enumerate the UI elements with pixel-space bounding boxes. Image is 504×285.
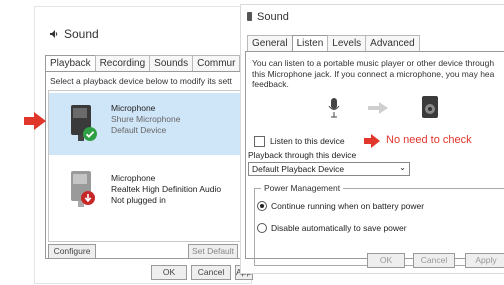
device-list[interactable]: Microphone Shure Microphone Default Devi… [48,90,252,242]
cancel-button[interactable]: Cancel [191,265,231,280]
annotation-arrow-icon [364,134,380,150]
playback-device-value: Default Playback Device [252,164,345,174]
configure-button[interactable]: Configure [48,244,96,259]
window-title: Sound [247,11,289,23]
radio-continue-running[interactable] [257,201,267,211]
annotation-text: No need to check [386,134,472,146]
device-2-name: Microphone [111,173,156,183]
listen-checkbox[interactable] [254,136,265,147]
list-item-device-2[interactable]: Microphone Realtek High Definition Audio… [49,163,249,225]
listen-description: You can listen to a portable music playe… [252,58,495,89]
device-2-status: Not plugged in [111,195,166,205]
tab-strip: General Listen Levels Advanced [247,35,420,51]
radio-continue-running-label: Continue running when on battery power [271,201,425,211]
chevron-down-icon: ⌄ [399,163,406,172]
ok-button[interactable]: OK [151,265,187,280]
tab-playback[interactable]: Playback [45,55,96,71]
device-1-name: Microphone [111,103,156,113]
tab-strip: Playback Recording Sounds Commur [45,55,241,71]
tab-listen[interactable]: Listen [291,35,329,51]
device-1-status: Default Device [111,125,167,135]
playback-device-select[interactable]: Default Playback Device ⌄ [248,162,410,176]
window-title: Sound [49,27,99,41]
microphone-properties-window: Sound General Listen Levels Advanced You… [240,4,504,274]
unplugged-arrow-icon [81,191,95,207]
tab-general[interactable]: General [247,35,293,51]
tab-advanced[interactable]: Advanced [365,35,420,51]
pointer-arrow-icon [24,112,46,132]
radio-disable-automatically[interactable] [257,223,267,233]
sound-window-playback: Sound Playback Recording Sounds Commur S… [34,6,253,284]
speaker-icon [422,96,438,120]
microphone-icon [328,98,340,120]
listen-panel: You can listen to a portable music playe… [245,51,504,266]
list-item-device-1[interactable]: Microphone Shure Microphone Default Devi… [49,93,249,155]
tab-communications[interactable]: Commur [192,55,241,71]
speaker-icon [49,28,59,38]
default-check-icon [83,127,97,143]
playback-through-label: Playback through this device [248,150,357,160]
set-default-button[interactable]: Set Default [188,244,238,259]
radio-disable-automatically-label: Disable automatically to save power [271,223,407,233]
instruction-text: Select a playback device below to modify… [50,76,232,86]
tab-levels[interactable]: Levels [327,35,367,51]
microphone-small-icon [247,12,252,21]
ok-button[interactable]: OK [367,253,405,268]
forward-arrow-icon [368,102,388,116]
tab-sounds[interactable]: Sounds [149,55,194,71]
apply-button[interactable]: Apply [465,253,504,268]
playback-panel: Select a playback device below to modify… [45,71,253,259]
device-1-detail: Shure Microphone [111,114,181,124]
power-group-label: Power Management [261,183,344,193]
device-2-detail: Realtek High Definition Audio [111,184,222,194]
listen-checkbox-label: Listen to this device [270,136,345,146]
tab-recording[interactable]: Recording [94,55,151,71]
cancel-button[interactable]: Cancel [413,253,455,268]
